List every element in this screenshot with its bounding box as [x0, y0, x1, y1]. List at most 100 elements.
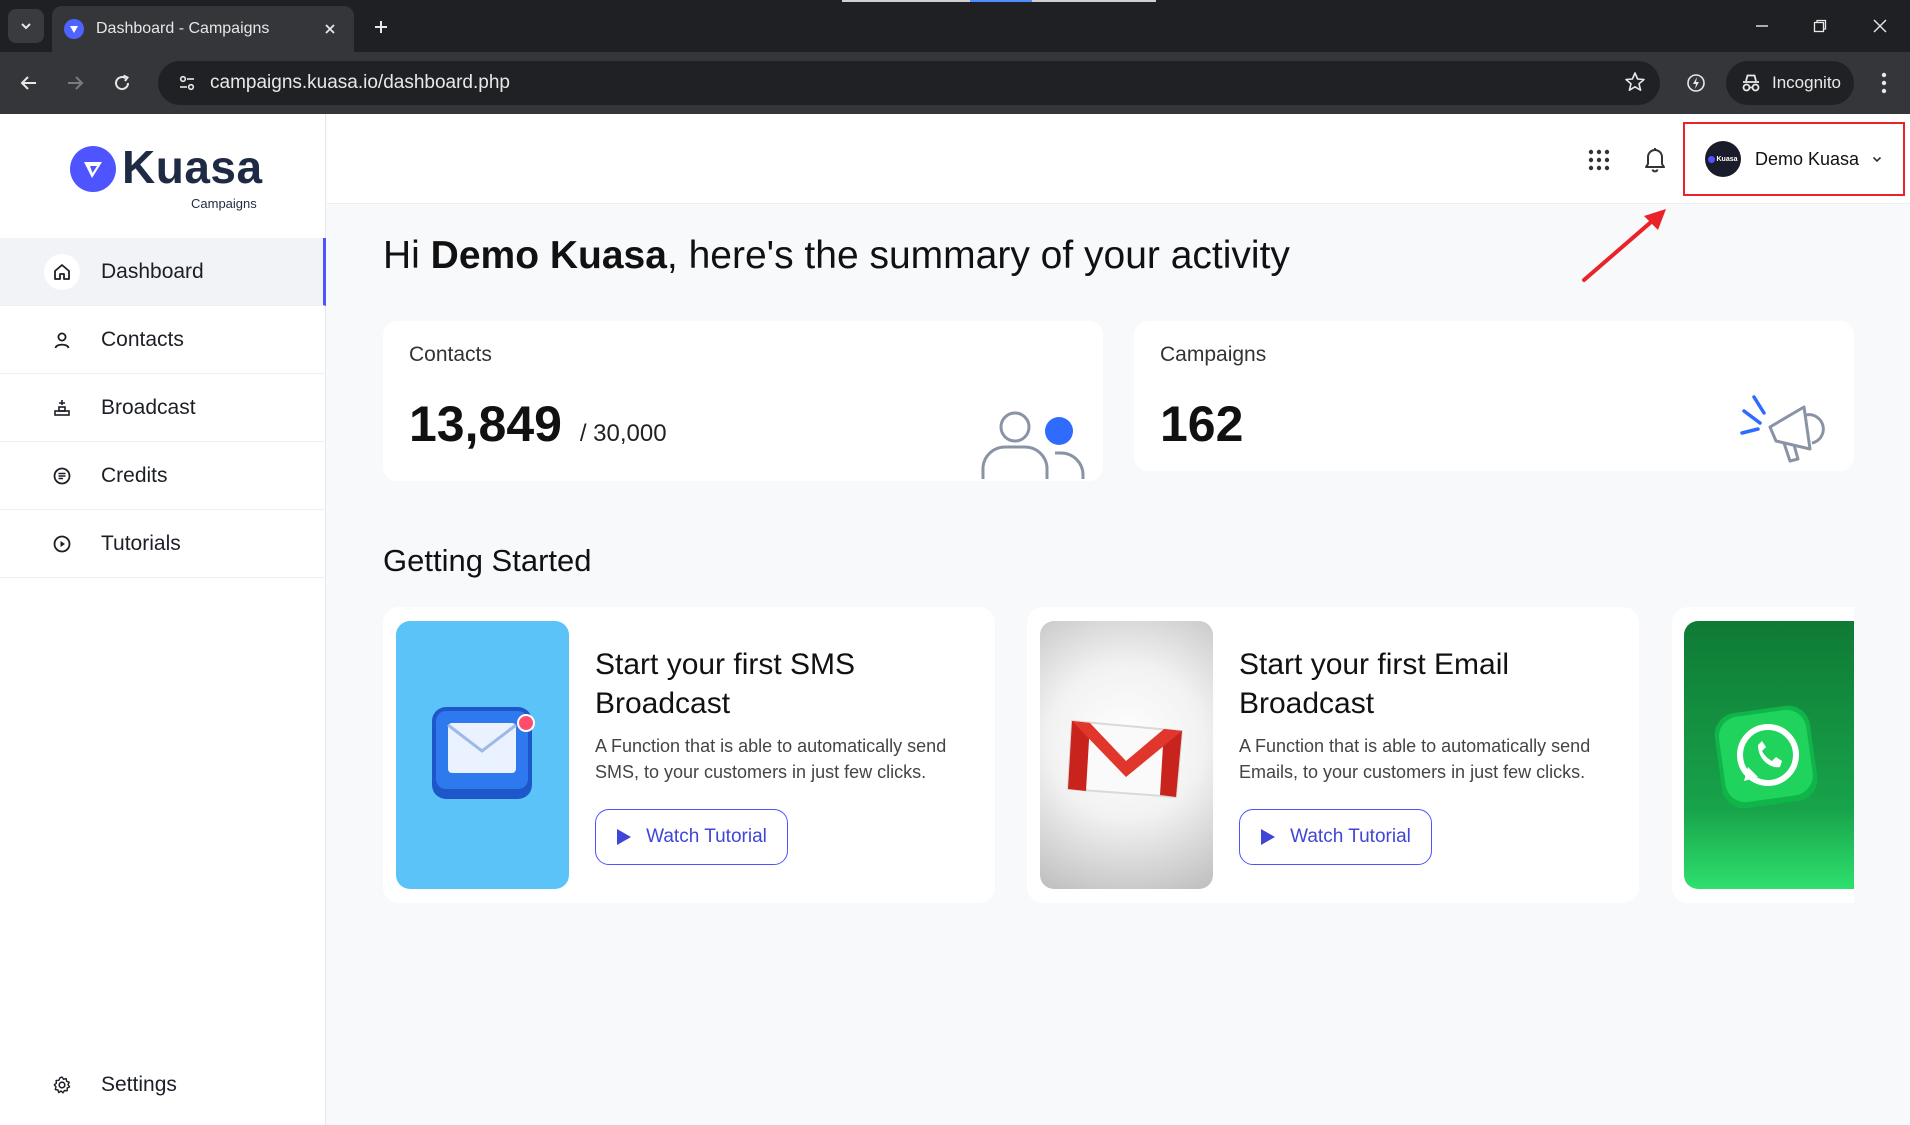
campaigns-stat-label: Campaigns — [1160, 343, 1267, 366]
sidebar-item-label: Credits — [101, 463, 168, 487]
broadcast-icon — [44, 390, 80, 426]
play-icon — [1261, 829, 1276, 845]
contacts-limit: / 30,000 — [579, 420, 667, 447]
sms-card-description: A Function that is able to automatically… — [595, 736, 947, 782]
new-tab-button[interactable] — [366, 12, 396, 42]
whatsapp-thumbnail — [1684, 621, 1854, 889]
chevron-down-icon — [21, 23, 31, 30]
person-icon — [44, 322, 80, 358]
campaigns-stat-card[interactable]: Campaigns 162 — [1134, 321, 1854, 471]
campaigns-stat-value-wrap: 162 — [1160, 395, 1243, 453]
tab-loading-bar — [842, 0, 1156, 2]
close-icon — [1873, 19, 1887, 33]
close-icon — [325, 24, 335, 34]
close-window-button[interactable] — [1860, 10, 1900, 42]
contacts-stat-label: Contacts — [409, 343, 492, 366]
megaphone-icon — [1740, 395, 1825, 463]
address-bar[interactable]: campaigns.kuasa.io/dashboard.php — [158, 61, 1660, 105]
user-menu-button[interactable]: Kuasa Demo Kuasa — [1683, 122, 1905, 196]
gear-icon — [44, 1067, 80, 1103]
sidebar: Kuasa Campaigns Dashboard Contacts Broad… — [0, 114, 326, 1125]
bookmark-button[interactable] — [1624, 71, 1646, 98]
whatsapp-broadcast-card[interactable] — [1672, 607, 1854, 903]
tune-icon — [179, 75, 195, 91]
reload-button[interactable] — [106, 67, 138, 99]
bolt-circle-icon — [1687, 74, 1705, 92]
sms-watch-tutorial-button[interactable]: Watch Tutorial — [595, 809, 788, 865]
greeting-prefix: Hi — [383, 234, 431, 277]
sms-thumbnail — [396, 621, 569, 889]
url-text: campaigns.kuasa.io/dashboard.php — [210, 72, 510, 93]
sms-broadcast-card[interactable]: Start your first SMS Broadcast A Functio… — [383, 607, 995, 903]
whatsapp-icon — [1714, 705, 1818, 809]
sidebar-nav: Dashboard Contacts Broadcast Credits Tut… — [0, 238, 326, 578]
sidebar-item-broadcast[interactable]: Broadcast — [0, 374, 326, 442]
email-watch-tutorial-button[interactable]: Watch Tutorial — [1239, 809, 1432, 865]
avatar: Kuasa — [1705, 141, 1741, 177]
campaigns-count: 162 — [1160, 396, 1244, 452]
sidebar-item-label: Tutorials — [101, 531, 181, 555]
restore-icon — [1813, 19, 1827, 33]
apps-button[interactable] — [1583, 144, 1615, 176]
tab-title: Dashboard - Campaigns — [96, 20, 270, 37]
email-card-description: A Function that is able to automatically… — [1239, 736, 1591, 782]
contacts-stat-value-wrap: 13,849 / 30,000 — [409, 395, 667, 453]
sidebar-item-label: Contacts — [101, 327, 184, 351]
extension-button[interactable] — [1680, 67, 1712, 99]
kuasa-favicon-icon — [64, 19, 84, 39]
kuasa-logo[interactable]: Kuasa Campaigns — [70, 141, 270, 214]
more-vertical-icon — [1881, 72, 1887, 94]
browser-tabstrip: Dashboard - Campaigns — [0, 0, 1910, 52]
getting-started-title: Getting Started — [383, 543, 592, 578]
bell-icon — [1645, 148, 1665, 173]
gmail-icon — [1066, 719, 1184, 799]
play-icon — [617, 829, 632, 845]
notifications-button[interactable] — [1639, 142, 1671, 176]
browser-toolbar: campaigns.kuasa.io/dashboard.php Incogni… — [0, 52, 1910, 114]
star-icon — [1625, 72, 1645, 91]
settings-label: Settings — [101, 1073, 177, 1096]
sidebar-item-dashboard[interactable]: Dashboard — [0, 238, 326, 306]
reload-icon — [115, 74, 130, 91]
greeting-name: Demo Kuasa — [430, 234, 667, 277]
arrow-right-icon — [68, 76, 84, 90]
browser-menu-button[interactable] — [1868, 67, 1900, 99]
email-watch-tutorial-label: Watch Tutorial — [1290, 826, 1411, 847]
sidebar-item-tutorials[interactable]: Tutorials — [0, 510, 326, 578]
forward-button[interactable] — [59, 67, 91, 99]
sidebar-item-contacts[interactable]: Contacts — [0, 306, 326, 374]
back-button[interactable] — [13, 67, 45, 99]
tab-close-button[interactable] — [318, 17, 342, 41]
email-thumbnail — [1040, 621, 1213, 889]
contacts-illustration-icon — [981, 411, 1085, 479]
envelope-icon — [432, 707, 535, 799]
browser-tab-active[interactable]: Dashboard - Campaigns — [52, 6, 354, 52]
logo-subtitle: Campaigns — [191, 196, 257, 211]
sidebar-item-settings[interactable]: Settings — [0, 1060, 326, 1110]
restore-button[interactable] — [1800, 10, 1840, 42]
sidebar-item-label: Dashboard — [101, 259, 204, 283]
minimize-icon — [1756, 25, 1768, 27]
sms-watch-tutorial-label: Watch Tutorial — [646, 826, 767, 847]
minimize-button[interactable] — [1742, 10, 1782, 42]
sidebar-item-label: Broadcast — [101, 395, 196, 419]
sms-card-title: Start your first SMS Broadcast — [595, 648, 856, 720]
credits-icon — [44, 458, 80, 494]
apps-grid-icon — [1588, 149, 1610, 171]
contacts-count: 13,849 — [409, 396, 562, 452]
app-topbar: Kuasa Demo Kuasa — [327, 114, 1910, 204]
tab-search-button[interactable] — [8, 9, 44, 43]
logo-text: Kuasa — [122, 141, 263, 193]
incognito-indicator[interactable]: Incognito — [1726, 61, 1854, 105]
arrow-left-icon — [20, 76, 36, 90]
sidebar-item-credits[interactable]: Credits — [0, 442, 326, 510]
incognito-icon — [1742, 74, 1760, 92]
site-info-button[interactable] — [172, 68, 202, 98]
email-broadcast-card[interactable]: Start your first Email Broadcast A Funct… — [1027, 607, 1639, 903]
annotation-arrow — [1582, 209, 1666, 282]
contacts-stat-card[interactable]: Contacts 13,849 / 30,000 — [383, 321, 1103, 481]
incognito-label: Incognito — [1772, 73, 1841, 92]
greeting-heading: Hi Demo Kuasa, here's the summary of you… — [383, 234, 1290, 278]
play-circle-icon — [44, 526, 80, 562]
greeting-suffix: , here's the summary of your activity — [666, 234, 1290, 277]
